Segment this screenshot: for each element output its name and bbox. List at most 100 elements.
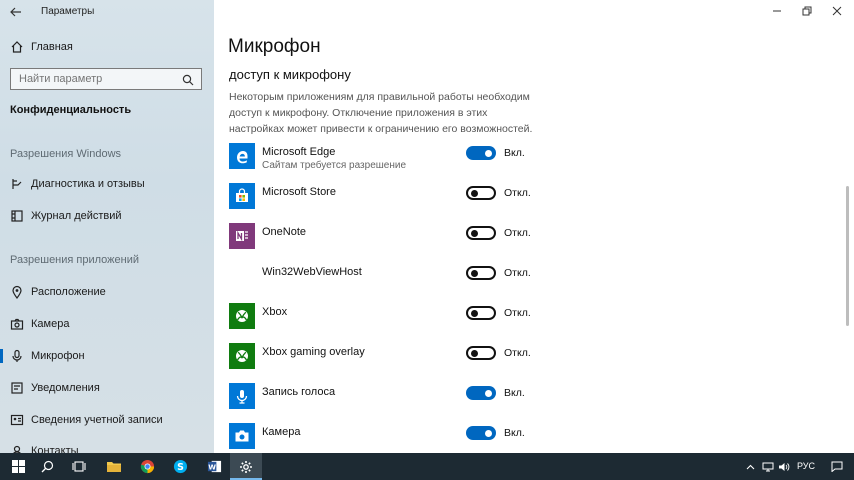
active-marker bbox=[0, 349, 3, 363]
chevron-up-icon bbox=[746, 464, 754, 469]
taskbar-search-button[interactable] bbox=[31, 453, 63, 480]
action-center-button[interactable] bbox=[826, 453, 848, 480]
task-view-icon bbox=[72, 461, 86, 472]
page-title: Микрофон bbox=[228, 36, 321, 57]
sidebar-item-label: Камера bbox=[31, 318, 70, 330]
app-row-microsoft-store: Microsoft Store Откл. bbox=[229, 183, 549, 213]
network-button[interactable] bbox=[760, 453, 776, 480]
app-name: Xbox gaming overlay bbox=[262, 346, 365, 358]
search-input[interactable] bbox=[11, 69, 171, 89]
sidebar-item-contacts[interactable]: Контакты bbox=[0, 437, 214, 453]
xbox-icon bbox=[229, 303, 255, 329]
sidebar: Параметры Главная Конфиденциальность Раз… bbox=[0, 0, 214, 453]
camera-toggle[interactable] bbox=[466, 426, 496, 440]
skype-button[interactable]: S bbox=[164, 453, 196, 480]
toggle-state-label: Вкл. bbox=[504, 427, 525, 439]
toggle-knob bbox=[471, 269, 478, 277]
app-permissions-header: Разрешения приложений bbox=[10, 254, 140, 266]
voice-recorder-toggle[interactable] bbox=[466, 386, 496, 400]
sidebar-item-diagnostics[interactable]: Диагностика и отзывы bbox=[0, 170, 214, 198]
back-arrow-icon bbox=[10, 7, 21, 17]
restore-icon bbox=[802, 6, 812, 16]
home-icon bbox=[10, 40, 24, 54]
main-content: Микрофон доступ к микрофону Некоторым пр… bbox=[214, 0, 854, 453]
app-row-microsoft-edge: Microsoft Edge Сайтам требуется разрешен… bbox=[229, 143, 549, 173]
app-row-xbox-gaming-overlay: Xbox gaming overlay Откл. bbox=[229, 343, 549, 373]
toggle-knob bbox=[471, 229, 478, 237]
sidebar-item-label: Микрофон bbox=[31, 350, 85, 362]
settings-taskbar-button[interactable] bbox=[230, 453, 262, 480]
close-button[interactable] bbox=[820, 0, 854, 22]
notifications-icon bbox=[10, 381, 24, 395]
sidebar-item-label: Журнал действий bbox=[31, 210, 122, 222]
start-button[interactable] bbox=[2, 453, 34, 480]
onenote-icon bbox=[229, 223, 255, 249]
sidebar-item-location[interactable]: Расположение bbox=[0, 278, 214, 306]
sidebar-item-notifications[interactable]: Уведомления bbox=[0, 374, 214, 402]
sidebar-item-activity-history[interactable]: Журнал действий bbox=[0, 202, 214, 230]
diagnostics-icon bbox=[10, 177, 24, 191]
sidebar-item-label: Диагностика и отзывы bbox=[31, 178, 145, 190]
section-subtitle: доступ к микрофону bbox=[229, 67, 351, 82]
app-name: Microsoft Edge bbox=[262, 146, 336, 158]
volume-icon bbox=[779, 462, 790, 471]
file-explorer-button[interactable] bbox=[98, 453, 130, 480]
toggle-state-label: Вкл. bbox=[504, 387, 525, 399]
chrome-button[interactable] bbox=[131, 453, 163, 480]
sidebar-item-label: Уведомления bbox=[31, 382, 100, 394]
xbox-gaming-overlay-toggle[interactable] bbox=[466, 346, 496, 360]
toggle-knob bbox=[485, 429, 492, 437]
search-box[interactable] bbox=[10, 68, 202, 90]
toggle-state-label: Откл. bbox=[504, 267, 531, 279]
maximize-button[interactable] bbox=[790, 0, 824, 22]
sidebar-item-home[interactable]: Главная bbox=[0, 33, 214, 61]
svg-text:S: S bbox=[177, 462, 184, 473]
onenote-toggle[interactable] bbox=[466, 226, 496, 240]
toggle-knob bbox=[471, 189, 478, 197]
app-row-xbox: Xbox Откл. bbox=[229, 303, 549, 333]
toggle-knob bbox=[485, 149, 492, 157]
notification-center-icon bbox=[831, 461, 843, 472]
sidebar-item-label: Сведения учетной записи bbox=[31, 414, 163, 426]
sidebar-item-microphone[interactable]: Микрофон bbox=[0, 342, 214, 370]
sidebar-item-label: Расположение bbox=[31, 286, 106, 298]
search-icon[interactable] bbox=[182, 73, 194, 91]
volume-button[interactable] bbox=[776, 453, 792, 480]
toggle-state-label: Откл. bbox=[504, 187, 531, 199]
location-icon bbox=[10, 285, 24, 299]
sidebar-item-account-info[interactable]: Сведения учетной записи bbox=[0, 406, 214, 434]
edge-icon bbox=[229, 143, 255, 169]
network-icon bbox=[762, 462, 774, 471]
sidebar-item-camera[interactable]: Камера bbox=[0, 310, 214, 338]
store-icon bbox=[229, 183, 255, 209]
activity-history-icon bbox=[10, 209, 24, 223]
windows-permissions-header: Разрешения Windows bbox=[10, 148, 122, 160]
app-subtext: Сайтам требуется разрешение bbox=[262, 160, 407, 171]
back-button[interactable] bbox=[0, 0, 32, 24]
win32webviewhost-toggle[interactable] bbox=[466, 266, 496, 280]
app-name: Камера bbox=[262, 426, 301, 438]
app-row-camera: Камера Вкл. bbox=[229, 423, 549, 453]
word-button[interactable]: W bbox=[198, 453, 230, 480]
app-name: Xbox bbox=[262, 306, 288, 318]
toggle-state-label: Откл. bbox=[504, 347, 531, 359]
chrome-icon bbox=[140, 459, 154, 474]
search-icon bbox=[41, 460, 53, 473]
microsoft-edge-toggle[interactable] bbox=[466, 146, 496, 160]
app-name: Microsoft Store bbox=[262, 186, 336, 198]
scrollbar[interactable] bbox=[846, 186, 849, 326]
language-indicator[interactable]: РУС bbox=[797, 461, 815, 471]
settings-icon bbox=[240, 460, 252, 473]
taskbar: S W РУС bbox=[0, 453, 854, 480]
xbox-toggle[interactable] bbox=[466, 306, 496, 320]
minimize-button[interactable] bbox=[760, 0, 794, 22]
app-row-win32webviewhost: Win32WebViewHost Откл. bbox=[229, 263, 549, 293]
close-icon bbox=[832, 6, 842, 16]
tray-overflow-button[interactable] bbox=[742, 453, 758, 480]
voice-recorder-icon bbox=[229, 383, 255, 409]
microsoft-store-toggle[interactable] bbox=[466, 186, 496, 200]
task-view-button[interactable] bbox=[63, 453, 95, 480]
toggle-state-label: Откл. bbox=[504, 307, 531, 319]
microphone-icon bbox=[10, 349, 24, 363]
minimize-icon bbox=[773, 10, 781, 12]
